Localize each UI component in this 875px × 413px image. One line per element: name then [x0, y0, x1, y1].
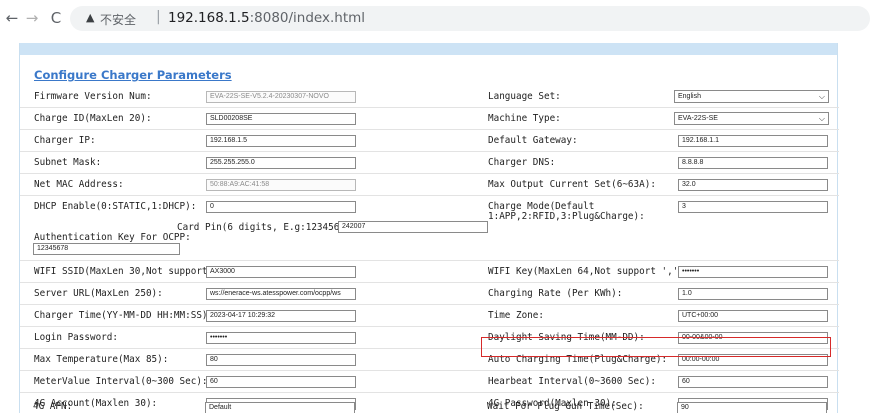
subnet-field[interactable]: 255.255.255.0 [206, 157, 356, 169]
row-charge-id: Charge ID(MaxLen 20): SLD00208SE Machine… [20, 108, 839, 130]
row-4g-apn: 4G APN: Default Wait For Plug Gun Time(S… [19, 398, 838, 413]
language-label: Language Set: [488, 91, 561, 102]
dhcp-label: DHCP Enable(0:STATIC,1:DHCP): [34, 201, 197, 212]
dns-label: Charger DNS: [488, 157, 556, 168]
highlight-box [481, 337, 831, 357]
charger-time-field[interactable]: 2023-04-17 10:29:32 [206, 310, 356, 322]
page-title[interactable]: Configure Charger Parameters [34, 68, 232, 82]
mac-label: Net MAC Address: [34, 179, 124, 190]
row-subnet: Subnet Mask: 255.255.255.0 Charger DNS: … [20, 152, 839, 174]
plug-gun-field[interactable]: 90 [677, 402, 827, 413]
max-temp-label: Max Temperature(Max 85): [34, 354, 169, 365]
auth-key-field[interactable]: 12345678 [33, 243, 180, 255]
reload-icon[interactable]: C [46, 8, 66, 28]
charger-time-label: Charger Time(YY-MM-DD HH:MM:SS): [34, 310, 214, 321]
max-current-field[interactable]: 32.0 [678, 179, 828, 191]
machine-type-select[interactable]: EVA-22S-SE ⌵ [674, 112, 829, 125]
address-bar[interactable]: ▲ 不安全 | 192.168.1.5:8080/index.html [70, 6, 870, 31]
subnet-label: Subnet Mask: [34, 157, 102, 168]
dns-field[interactable]: 8.8.8.8 [678, 157, 828, 169]
machine-type-value: EVA-22S-SE [678, 115, 718, 122]
login-password-label: Login Password: [34, 332, 118, 343]
mac-field[interactable]: 50:88:A9:AC:41:58 [206, 179, 356, 191]
timezone-field[interactable]: UTC+00:00 [678, 310, 828, 322]
row-card-pin: Card Pin(6 digits, E.g:123456): 242007 A… [20, 219, 839, 261]
charger-ip-label: Charger IP: [34, 135, 96, 146]
plug-gun-label: Wait For Plug Gun Time(Sec): [487, 401, 644, 412]
dhcp-field[interactable]: 0 [206, 201, 356, 213]
rate-field[interactable]: 1.0 [678, 288, 828, 300]
gateway-field[interactable]: 192.168.1.1 [678, 135, 828, 147]
warning-icon[interactable]: ▲ [86, 11, 94, 24]
max-temp-field[interactable]: 80 [206, 354, 356, 366]
row-server-url: Server URL(MaxLen 250): ws://enerace-ws.… [20, 283, 839, 305]
firmware-field[interactable]: EVA-22S-SE-V5.2.4-20230307-NOVO [206, 91, 356, 103]
server-url-label: Server URL(MaxLen 250): [34, 288, 163, 299]
charger-ip-field[interactable]: 192.168.1.5 [206, 135, 356, 147]
row-charger-time: Charger Time(YY-MM-DD HH:MM:SS): 2023-04… [20, 305, 839, 327]
row-charger-ip: Charger IP: 192.168.1.5 Default Gateway:… [20, 130, 839, 152]
row-wifi: WIFI SSID(MaxLen 30,Not support ','): AX… [20, 261, 839, 283]
url-text[interactable]: 192.168.1.5:8080/index.html [168, 10, 365, 26]
url-path: :8080/index.html [249, 10, 366, 26]
row-dhcp: DHCP Enable(0:STATIC,1:DHCP): 0 Charge M… [20, 196, 839, 222]
charge-mode-field[interactable]: 3 [678, 201, 828, 213]
meter-interval-label: MeterValue Interval(0~300 Sec): [34, 376, 208, 387]
language-value: English [678, 93, 701, 100]
wifi-key-field[interactable]: ••••••• [678, 266, 828, 278]
server-url-field[interactable]: ws://enerace-ws.atesspower.com/ocpp/ws [206, 288, 356, 300]
row-mac: Net MAC Address: 50:88:A9:AC:41:58 Max O… [20, 174, 839, 196]
language-select[interactable]: English ⌵ [674, 90, 829, 103]
heartbeat-field[interactable]: 60 [678, 376, 828, 388]
heartbeat-label: Hearbeat Interval(0~3600 Sec): [488, 376, 656, 387]
meter-interval-field[interactable]: 60 [206, 376, 356, 388]
timezone-label: Time Zone: [488, 310, 544, 321]
login-password-field[interactable]: ••••••• [206, 332, 356, 344]
auth-key-label: Authentication Key For OCPP: [34, 232, 191, 243]
4g-apn-field[interactable]: Default [205, 402, 355, 413]
forward-arrow-icon[interactable]: → [22, 8, 42, 28]
machine-type-label: Machine Type: [488, 113, 561, 124]
row-meter: MeterValue Interval(0~300 Sec): 60 Hearb… [20, 371, 839, 393]
wifi-key-label: WIFI Key(MaxLen 64,Not support ','): [488, 266, 690, 277]
row-firmware: Firmware Version Num: EVA-22S-SE-V5.2.4-… [20, 86, 839, 108]
url-host: 192.168.1.5 [168, 10, 250, 26]
card-pin-label: Card Pin(6 digits, E.g:123456): [177, 222, 351, 233]
security-status[interactable]: 不安全 [100, 11, 136, 28]
config-page: Configure Charger Parameters Firmware Ve… [19, 43, 839, 413]
charge-id-field[interactable]: SLD00208SE [206, 113, 356, 125]
gateway-label: Default Gateway: [488, 135, 578, 146]
firmware-label: Firmware Version Num: [34, 91, 152, 102]
card-pin-field[interactable]: 242007 [338, 221, 488, 233]
chevron-down-icon: ⌵ [818, 114, 825, 123]
browser-toolbar: ← → C ▲ 不安全 | 192.168.1.5:8080/index.htm… [0, 0, 875, 38]
url-separator: | [156, 9, 161, 25]
back-arrow-icon[interactable]: ← [2, 8, 22, 28]
frame-header-bar [20, 43, 837, 55]
wifi-ssid-field[interactable]: AX3000 [206, 266, 356, 278]
chevron-down-icon: ⌵ [818, 92, 825, 101]
max-current-label: Max Output Current Set(6~63A): [488, 179, 656, 190]
4g-apn-label: 4G APN: [33, 401, 73, 412]
charge-id-label: Charge ID(MaxLen 20): [34, 113, 152, 124]
rate-label: Charging Rate (Per KWh): [488, 288, 623, 299]
